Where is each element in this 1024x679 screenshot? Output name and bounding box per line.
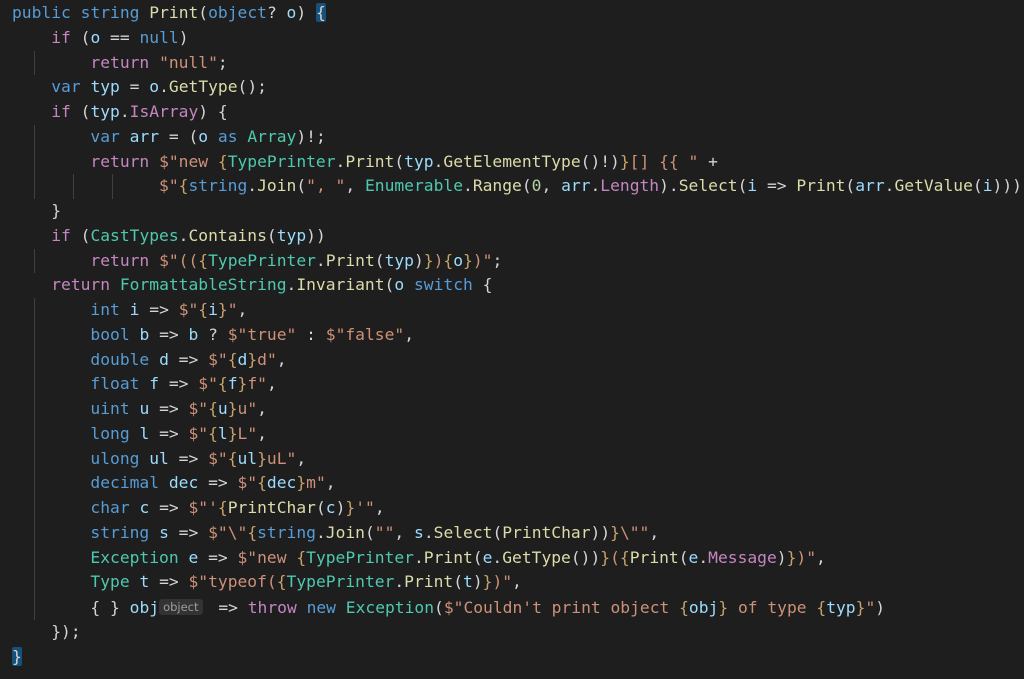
indent-guide xyxy=(112,174,114,199)
indent-guide xyxy=(34,496,35,521)
code-line[interactable]: string s => $"\"{string.Join("", s.Selec… xyxy=(12,520,1024,546)
code-editor[interactable]: public string Print(object? o) { if (o =… xyxy=(0,0,1024,679)
code-line[interactable]: public string Print(object? o) { xyxy=(12,1,1024,26)
indent-guide xyxy=(34,570,35,595)
code-line[interactable]: uint u => $"{u}u", xyxy=(12,397,1024,422)
indent-guide xyxy=(34,446,35,472)
code-area[interactable]: public string Print(object? o) { if (o =… xyxy=(12,1,1024,669)
code-line[interactable]: }); xyxy=(12,620,1024,645)
code-line[interactable]: } xyxy=(12,199,1024,224)
indent-guide xyxy=(34,397,35,422)
code-line[interactable]: long l => $"{l}L", xyxy=(12,421,1024,447)
indent-guide xyxy=(34,347,35,373)
code-line[interactable]: double d => $"{d}d", xyxy=(12,347,1024,373)
code-line[interactable]: $"{string.Join(", ", Enumerable.Range(0,… xyxy=(12,174,1024,199)
indent-guide xyxy=(34,372,35,397)
indent-guide xyxy=(73,174,75,199)
code-line[interactable]: var typ = o.GetType(); xyxy=(12,75,1024,100)
code-line[interactable]: if (typ.IsArray) { xyxy=(12,100,1024,125)
matched-brace: { xyxy=(315,3,326,22)
code-line[interactable]: var arr = (o as Array)!; xyxy=(12,124,1024,150)
code-line[interactable]: float f => $"{f}f", xyxy=(12,372,1024,397)
code-line[interactable]: ulong ul => $"{ul}uL", xyxy=(12,446,1024,472)
indent-guide xyxy=(34,50,35,76)
code-line[interactable]: int i => $"{i}", xyxy=(12,298,1024,323)
indent-guide xyxy=(34,595,35,620)
indent-guide xyxy=(34,248,35,274)
code-line[interactable]: char c => $"'{PrintChar(c)}'", xyxy=(12,496,1024,521)
code-line[interactable]: return $"new {TypePrinter.Print(typ.GetE… xyxy=(12,149,1024,175)
code-line[interactable]: { } obj object => throw new Exception($"C… xyxy=(12,595,1024,620)
code-line[interactable]: return "null"; xyxy=(12,50,1024,76)
code-line[interactable]: bool b => b ? $"true" : $"false", xyxy=(12,322,1024,348)
indent-guide xyxy=(34,149,35,175)
code-line[interactable]: Type t => $"typeof({TypePrinter.Print(t)… xyxy=(12,570,1024,595)
indent-guide xyxy=(34,322,35,348)
code-line[interactable]: Exception e => $"new {TypePrinter.Print(… xyxy=(12,545,1024,571)
code-line[interactable]: decimal dec => $"{dec}m", xyxy=(12,471,1024,496)
code-line[interactable]: if (o == null) xyxy=(12,26,1024,51)
matched-brace: } xyxy=(12,646,22,666)
indent-guide xyxy=(34,421,35,447)
indent-guide xyxy=(34,174,35,199)
indent-guide xyxy=(34,471,35,496)
indent-guide xyxy=(34,124,35,150)
code-line[interactable]: if (CastTypes.Contains(typ)) xyxy=(12,224,1024,249)
code-line[interactable]: } xyxy=(12,645,1024,670)
indent-guide xyxy=(34,298,35,323)
indent-guide xyxy=(34,545,35,571)
inlay-type-hint: object xyxy=(159,599,203,615)
indent-guide xyxy=(34,520,35,546)
code-line[interactable]: return $"(({TypePrinter.Print(typ)}){o})… xyxy=(12,248,1024,274)
code-line[interactable]: return FormattableString.Invariant(o swi… xyxy=(12,273,1024,298)
